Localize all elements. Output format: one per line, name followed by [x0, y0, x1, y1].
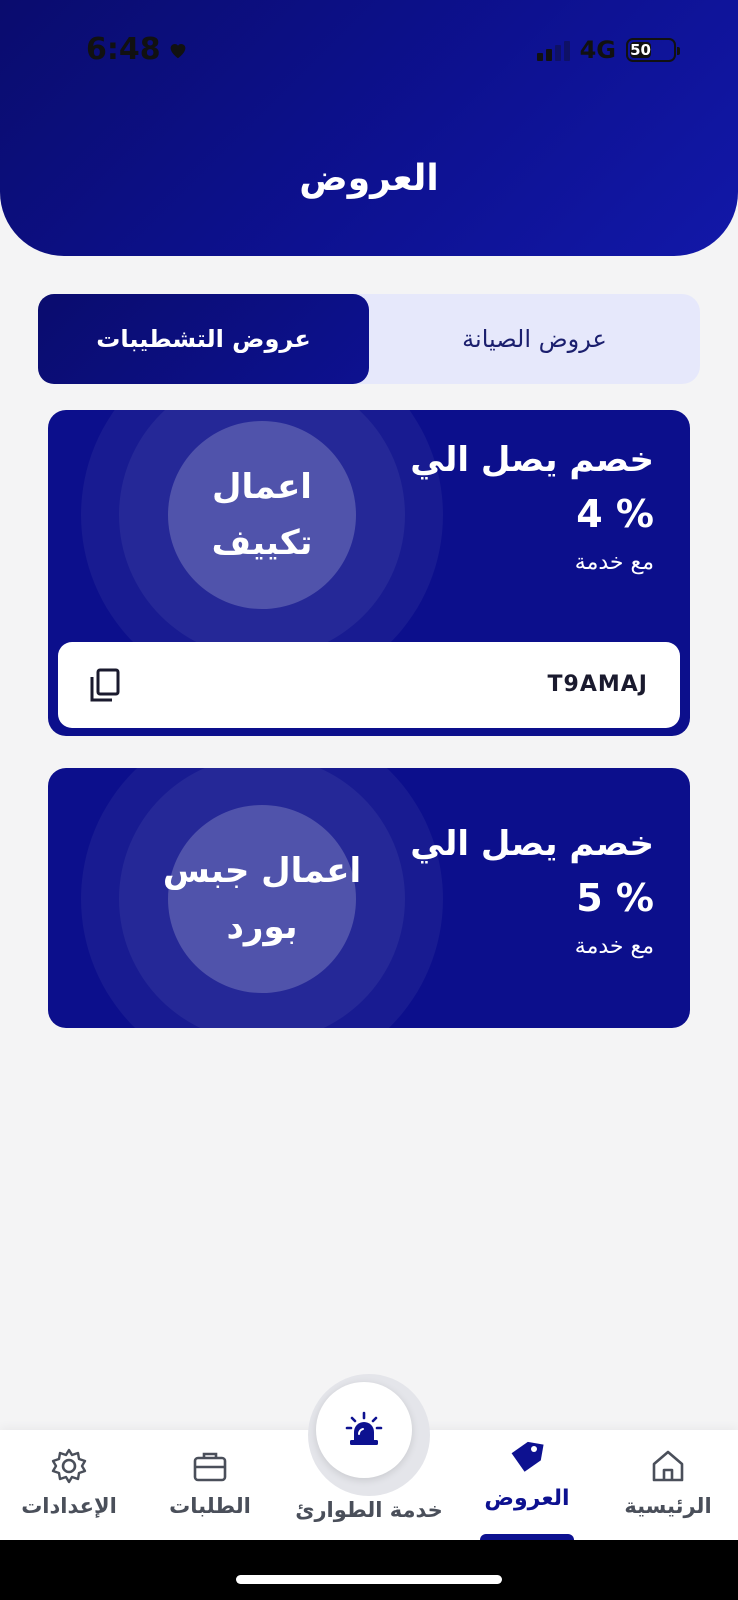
offer-card[interactable]: اعمال جبس بورد خصم يصل الي 5 % مع خدمة [48, 768, 690, 1028]
battery-level: 50 [630, 41, 651, 59]
page-title: العروض [299, 158, 439, 199]
service-name: اعمال جبس بورد [162, 851, 362, 947]
offer-card[interactable]: اعمال تكييف خصم يصل الي 4 % مع خدمة T9AM… [48, 410, 690, 736]
discount-headline: خصم يصل الي [410, 824, 654, 864]
promo-code: T9AMAJ [547, 672, 648, 697]
signal-icon [536, 39, 570, 61]
gear-icon [51, 1448, 87, 1484]
discount-headline: خصم يصل الي [410, 440, 654, 480]
heart-icon [170, 43, 185, 58]
home-icon [652, 1450, 684, 1482]
home-indicator[interactable] [236, 1575, 502, 1584]
status-right: 4G 50 [536, 36, 680, 64]
tab-orders-label: الطلبات [169, 1494, 251, 1518]
status-time-text: 6:48 [86, 32, 161, 67]
segmented-control: عروض التشطيبات عروض الصيانة [38, 294, 700, 384]
tab-home-label: الرئيسية [624, 1494, 712, 1518]
tab-offers[interactable]: العروض [462, 1430, 592, 1542]
tab-orders[interactable]: الطلبات [145, 1430, 275, 1540]
copy-icon[interactable] [88, 668, 122, 704]
tab-home[interactable]: الرئيسية [603, 1430, 733, 1540]
siren-icon [345, 1411, 383, 1445]
discount-subtitle: مع خدمة [574, 550, 654, 575]
battery-icon: 50 [626, 38, 680, 62]
tab-offers-label: العروض [484, 1486, 570, 1511]
promo-code-bar: T9AMAJ [58, 642, 680, 728]
home-indicator-area [0, 1540, 738, 1600]
tab-settings[interactable]: الإعدادات [4, 1430, 134, 1540]
discount-subtitle: مع خدمة [574, 934, 654, 959]
tab-maintenance-offers[interactable]: عروض الصيانة [369, 294, 700, 384]
discount-value: 5 % [576, 876, 654, 920]
status-time: 6:48 [86, 32, 189, 67]
tab-settings-label: الإعدادات [21, 1494, 117, 1518]
discount-value: 4 % [576, 492, 654, 536]
tag-icon [511, 1441, 544, 1472]
briefcase-icon [193, 1452, 227, 1482]
service-name: اعمال تكييف [211, 467, 313, 563]
emergency-button-label[interactable]: خدمة الطوارئ [269, 1498, 469, 1522]
tab-finishing-offers[interactable]: عروض التشطيبات [38, 294, 369, 384]
network-type: 4G [579, 36, 616, 64]
emergency-button[interactable] [316, 1382, 412, 1478]
emergency-button-wrap [308, 1374, 430, 1496]
